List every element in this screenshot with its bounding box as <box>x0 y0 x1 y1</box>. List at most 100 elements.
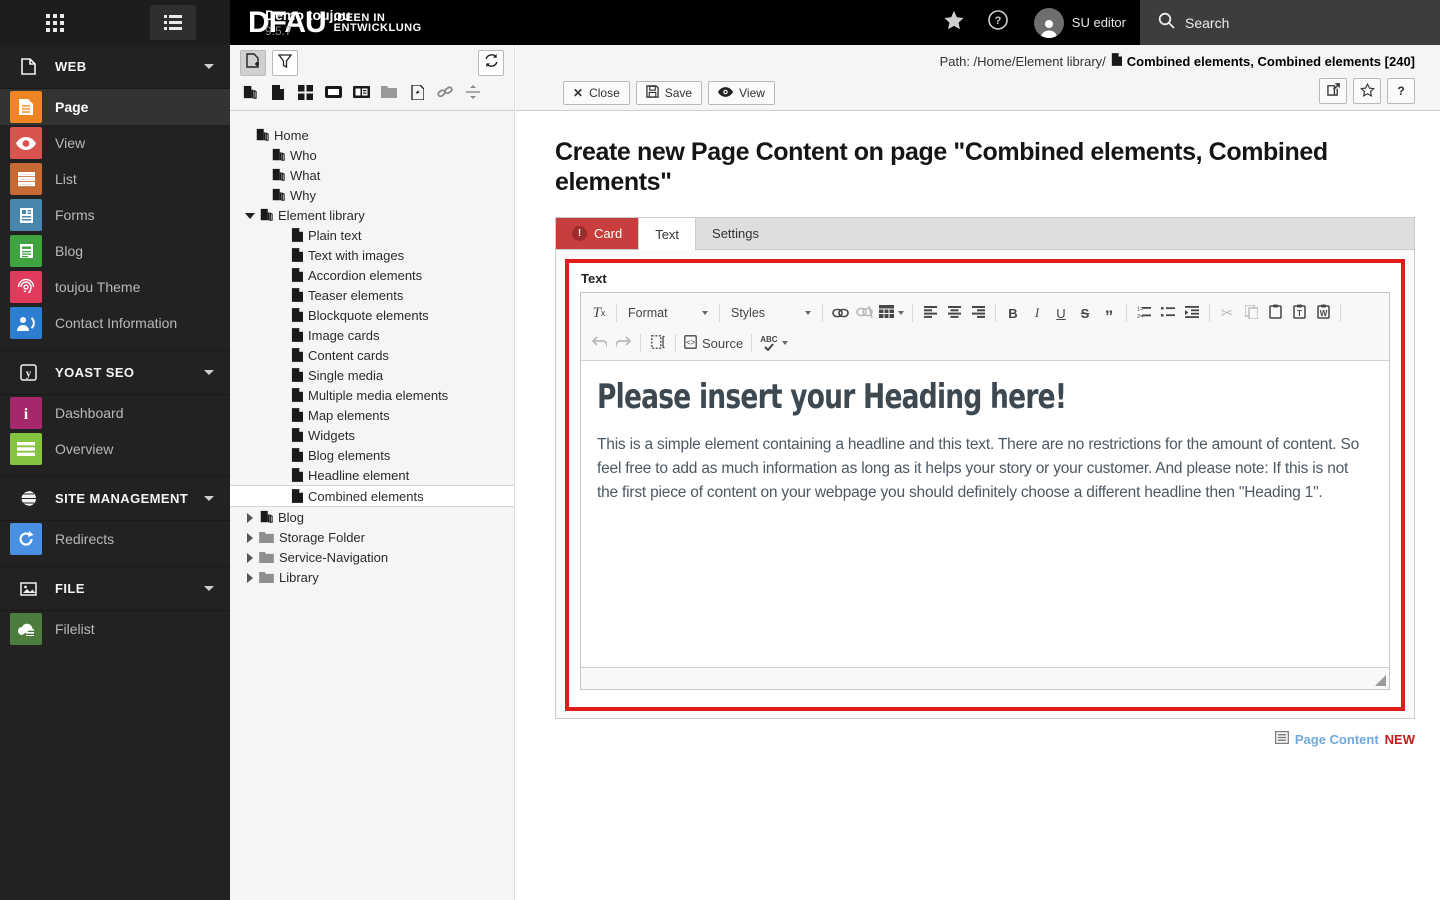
tree-node-who[interactable]: Who <box>230 145 514 165</box>
tree-node-multiple-media-elements[interactable]: Multiple media elements <box>230 385 514 405</box>
paste-from-word-button[interactable]: W <box>1311 301 1335 325</box>
tree-node-blog[interactable]: Blog <box>230 507 514 527</box>
rte-content-area[interactable]: Please insert your Heading here! This is… <box>581 361 1389 667</box>
tab-text[interactable]: Text <box>638 218 697 250</box>
global-search[interactable]: Search <box>1140 0 1440 45</box>
tree-node-why[interactable]: Why <box>230 185 514 205</box>
unlink-button[interactable] <box>852 301 876 325</box>
refresh-tree-button[interactable] <box>478 50 504 76</box>
tree-node-image-cards[interactable]: Image cards <box>230 325 514 345</box>
drag-spacer-icon[interactable] <box>464 83 482 101</box>
expand-arrow-icon[interactable] <box>244 532 255 543</box>
tree-node-accordion-elements[interactable]: Accordion elements <box>230 265 514 285</box>
drag-backend-layout-icon[interactable] <box>296 83 314 101</box>
insert-link-button[interactable] <box>828 301 852 325</box>
bold-button[interactable]: B <box>1001 301 1025 325</box>
align-right-button[interactable] <box>966 301 990 325</box>
drag-shortcut-page-icon[interactable] <box>408 83 426 101</box>
tree-node-home[interactable]: Home <box>230 125 514 145</box>
sidebar-item-dashboard[interactable]: i Dashboard <box>0 395 230 431</box>
tree-node-storage-folder[interactable]: Storage Folder <box>230 527 514 547</box>
section-file[interactable]: FILE <box>0 567 230 611</box>
drag-sitepage-icon[interactable] <box>240 83 258 101</box>
tree-node-element-library[interactable]: Element library <box>230 205 514 225</box>
tree-node-single-media[interactable]: Single media <box>230 365 514 385</box>
filter-button[interactable] <box>272 50 298 76</box>
sidebar-item-contact-information[interactable]: Contact Information <box>0 305 230 341</box>
strikethrough-button[interactable]: S <box>1073 301 1097 325</box>
sidebar-item-overview[interactable]: Overview <box>0 431 230 467</box>
section-yoast-seo[interactable]: y YOAST SEO <box>0 351 230 395</box>
section-site-management[interactable]: SITE MANAGEMENT <box>0 477 230 521</box>
source-button[interactable]: <> Source <box>681 331 746 355</box>
sidebar-item-toujou-theme[interactable]: toujou Theme <box>0 269 230 305</box>
tree-node-map-elements[interactable]: Map elements <box>230 405 514 425</box>
tree-node-service-navigation[interactable]: Service-Navigation <box>230 547 514 567</box>
numbered-list-button[interactable]: 1= 2= <box>1132 301 1156 325</box>
bookmarks-button[interactable] <box>932 0 976 45</box>
tree-node-content-cards[interactable]: Content cards <box>230 345 514 365</box>
tree-node-blog-elements[interactable]: Blog elements <box>230 445 514 465</box>
indent-button[interactable] <box>1180 301 1204 325</box>
resize-handle[interactable] <box>1375 675 1386 686</box>
format-dropdown[interactable]: Format <box>622 302 714 324</box>
paste-button[interactable] <box>1263 301 1287 325</box>
drag-folder-icon[interactable] <box>380 83 398 101</box>
insert-table-button[interactable] <box>876 301 907 325</box>
modules-menu-button[interactable] <box>32 5 78 40</box>
remove-format-button[interactable]: Tx <box>587 301 611 325</box>
doc-help-button[interactable]: ? <box>1387 78 1415 104</box>
align-left-button[interactable] <box>918 301 942 325</box>
tree-node-text-with-images[interactable]: Text with images <box>230 245 514 265</box>
sidebar-item-redirects[interactable]: Redirects <box>0 521 230 557</box>
tree-node-plain-text[interactable]: Plain text <box>230 225 514 245</box>
tree-node-what[interactable]: What <box>230 165 514 185</box>
tab-card[interactable]: ! Card <box>556 218 639 249</box>
drag-page-icon[interactable] <box>268 83 286 101</box>
sidebar-item-blog[interactable]: Blog <box>0 233 230 269</box>
tree-node-widgets[interactable]: Widgets <box>230 425 514 445</box>
undo-button[interactable] <box>587 331 611 355</box>
pagetree-toggle-button[interactable] <box>150 5 196 40</box>
underline-button[interactable]: U <box>1049 301 1073 325</box>
expand-arrow-icon[interactable] <box>244 552 255 563</box>
paste-as-text-button[interactable]: T <box>1287 301 1311 325</box>
tree-node-combined-elements-selected[interactable]: Combined elements <box>230 485 514 507</box>
tree-node-teaser-elements[interactable]: Teaser elements <box>230 285 514 305</box>
redo-button[interactable] <box>611 331 635 355</box>
tree-node-blockquote-elements[interactable]: Blockquote elements <box>230 305 514 325</box>
italic-button[interactable]: I <box>1025 301 1049 325</box>
user-menu-button[interactable]: SU editor <box>1020 0 1140 45</box>
close-button[interactable]: ✕ Close <box>563 81 630 105</box>
align-center-button[interactable] <box>942 301 966 325</box>
save-button[interactable]: Save <box>635 81 703 105</box>
drag-link-icon[interactable] <box>436 83 454 101</box>
blockquote-button[interactable]: ” <box>1097 301 1121 325</box>
help-button[interactable]: ? <box>976 0 1020 45</box>
styles-dropdown[interactable]: Styles <box>725 302 817 324</box>
sidebar-item-page[interactable]: Page <box>0 89 230 125</box>
sidebar-item-forms[interactable]: Forms <box>0 197 230 233</box>
view-button[interactable]: View <box>708 81 775 105</box>
sidebar-item-list[interactable]: List <box>0 161 230 197</box>
show-blocks-button[interactable] <box>646 331 670 355</box>
tree-node-headline-element[interactable]: Headline element <box>230 465 514 485</box>
expand-arrow-icon[interactable] <box>244 572 255 583</box>
section-web[interactable]: WEB <box>0 45 230 89</box>
spellcheck-button[interactable]: ABC <box>757 331 790 355</box>
drag-frontend-page-icon[interactable] <box>324 83 342 101</box>
drag-panel-icon[interactable] <box>352 83 370 101</box>
cut-button[interactable]: ✂ <box>1215 301 1239 325</box>
bookmark-button[interactable] <box>1353 78 1381 104</box>
expand-arrow-icon[interactable] <box>244 512 255 523</box>
tree-node-library[interactable]: Library <box>230 567 514 587</box>
collapse-arrow-icon[interactable] <box>244 210 255 221</box>
sidebar-item-filelist[interactable]: Filelist <box>0 611 230 647</box>
open-in-new-window-button[interactable] <box>1319 78 1347 104</box>
record-type-link[interactable]: Page Content <box>1295 732 1379 747</box>
bulleted-list-button[interactable] <box>1156 301 1180 325</box>
new-page-button[interactable] <box>240 50 266 76</box>
copy-button[interactable] <box>1239 301 1263 325</box>
sidebar-item-view[interactable]: View <box>0 125 230 161</box>
tab-settings[interactable]: Settings <box>696 218 775 249</box>
